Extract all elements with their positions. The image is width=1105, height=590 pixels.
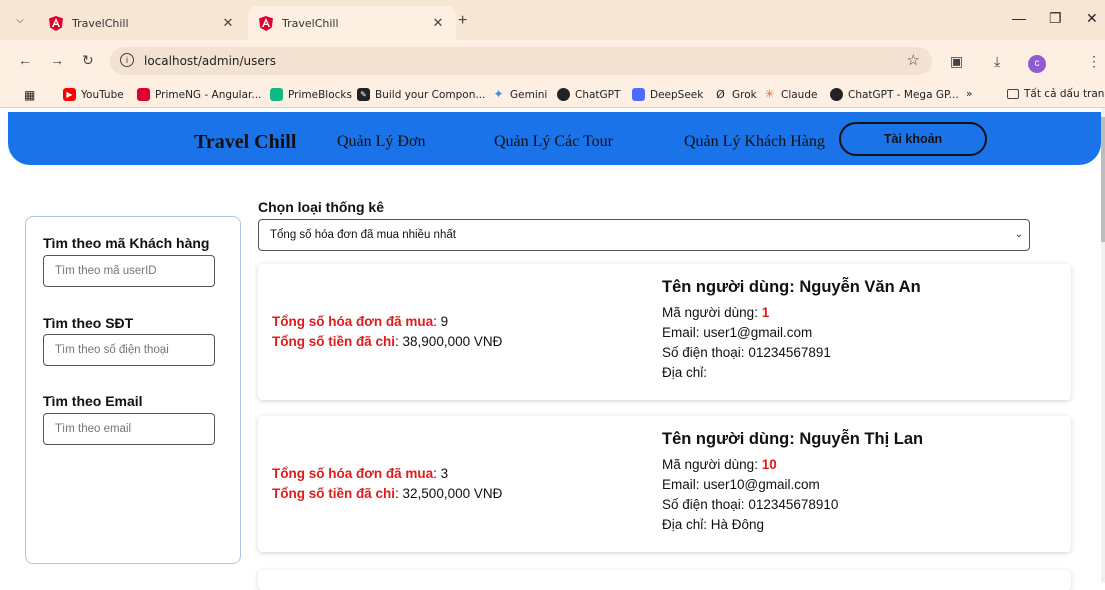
- spent-value: 32,500,000 VNĐ: [402, 486, 503, 501]
- search-email-label: Tìm theo Email: [43, 393, 143, 409]
- search-phone-label: Tìm theo SĐT: [43, 315, 134, 331]
- bookmark-chatgpt[interactable]: ChatGPT: [557, 88, 620, 101]
- nav-customers[interactable]: Quản Lý Khách Hàng: [684, 133, 825, 151]
- browser-tab-2[interactable]: TravelChill ✕: [248, 6, 456, 40]
- search-phone-input[interactable]: Tìm theo số điện thoại: [43, 334, 215, 366]
- claude-icon: ✳: [764, 87, 775, 101]
- nav-orders[interactable]: Quản Lý Đơn: [337, 133, 425, 151]
- customer-stats: Tổng số hóa đơn đã mua: 3 Tổng số tiền đ…: [272, 466, 503, 501]
- customer-info: Tên người dùng: Nguyễn Thị Lan Mã người …: [662, 430, 1062, 535]
- forward-icon[interactable]: →: [50, 52, 64, 68]
- account-button[interactable]: Tài khoản: [839, 122, 987, 156]
- deepseek-icon: [632, 88, 645, 101]
- close-tab-icon[interactable]: ✕: [220, 16, 236, 31]
- customer-email: Email: user10@gmail.com: [662, 477, 820, 492]
- brand-logo[interactable]: Travel Chill: [194, 131, 296, 154]
- bookmark-deepseek[interactable]: DeepSeek: [632, 88, 703, 101]
- youtube-icon: ▶: [63, 88, 76, 101]
- customer-address: Địa chỉ:: [662, 365, 708, 380]
- bookmark-build-components[interactable]: ✎ Build your Compon...: [357, 88, 485, 101]
- customer-address: Địa chỉ: Hà Đông: [662, 517, 765, 532]
- tab-title: TravelChill: [72, 16, 129, 30]
- window-close-icon[interactable]: ✕: [1086, 10, 1098, 27]
- bookmark-claude[interactable]: ✳ Claude: [763, 88, 817, 101]
- url-text[interactable]: localhost/admin/users: [144, 54, 276, 68]
- profile-avatar[interactable]: c: [1028, 55, 1046, 73]
- bookmark-star-icon[interactable]: ☆: [907, 51, 920, 69]
- orders-label: Tổng số hóa đơn đã mua: [272, 466, 434, 481]
- grok-icon: Ø: [716, 88, 725, 101]
- bookmark-youtube[interactable]: ▶ YouTube: [63, 88, 124, 101]
- angular-favicon-icon: [48, 15, 64, 31]
- search-email-input[interactable]: Tìm theo email: [43, 413, 215, 445]
- folder-icon: [1007, 89, 1019, 99]
- customer-phone: Số điện thoại: 01234567891: [662, 345, 831, 360]
- customer-info: Tên người dùng: Nguyễn Văn An Mã người d…: [662, 278, 1062, 383]
- restore-icon[interactable]: ❐: [1049, 10, 1062, 27]
- tab-search-chevron-icon[interactable]: ⌵: [10, 10, 30, 30]
- close-tab-icon[interactable]: ✕: [430, 16, 446, 31]
- apps-grid-icon[interactable]: ▦: [24, 88, 35, 102]
- browser-tab-strip: ⌵ TravelChill ✕ TravelChill ✕ + — ❐ ✕: [0, 0, 1105, 40]
- build-icon: ✎: [357, 88, 370, 101]
- customer-name: Tên người dùng: Nguyễn Thị Lan: [662, 430, 924, 448]
- customer-card: [258, 570, 1071, 590]
- chevron-down-icon: ⌄: [1014, 229, 1023, 240]
- spent-label: Tổng số tiền đã chi: [272, 334, 396, 349]
- new-tab-icon[interactable]: +: [458, 12, 467, 30]
- filter-sidebar: Tìm theo mã Khách hàng Tìm theo mã userI…: [25, 216, 241, 564]
- stat-type-label: Chọn loại thống kê: [258, 199, 384, 215]
- bookmark-grok[interactable]: Ø Grok: [714, 88, 757, 101]
- orders-value: 3: [440, 466, 449, 481]
- bookmark-gemini[interactable]: ✦ Gemini: [492, 88, 547, 101]
- address-bar[interactable]: i localhost/admin/users ☆: [110, 47, 932, 75]
- customer-name: Tên người dùng: Nguyễn Văn An: [662, 278, 921, 296]
- stat-type-select[interactable]: Tổng số hóa đơn đã mua nhiều nhất ⌄: [258, 219, 1030, 251]
- customer-id: Mã người dùng: 1: [662, 305, 770, 320]
- customer-phone: Số điện thoại: 012345678910: [662, 497, 839, 512]
- browser-tab-1[interactable]: TravelChill ✕: [38, 6, 246, 40]
- customer-card: Tổng số hóa đơn đã mua: 3 Tổng số tiền đ…: [258, 416, 1071, 552]
- primeblocks-icon: [270, 88, 283, 101]
- reload-icon[interactable]: ↻: [82, 52, 94, 69]
- bookmarks-bar: ▦ ▶ YouTube PrimeNG - Angular... PrimeBlo…: [0, 82, 1105, 108]
- download-icon[interactable]: ⤓: [994, 53, 1000, 70]
- customer-stats: Tổng số hóa đơn đã mua: 9 Tổng số tiền đ…: [272, 314, 503, 349]
- nav-tours[interactable]: Quản Lý Các Tour: [494, 133, 613, 151]
- page-content: Travel Chill Quản Lý Đơn Quản Lý Các Tou…: [0, 108, 1105, 590]
- back-icon[interactable]: ←: [18, 52, 32, 68]
- scrollbar-thumb[interactable]: [1101, 117, 1105, 242]
- chatgpt-icon: [557, 88, 570, 101]
- bookmarks-overflow[interactable]: »: [966, 88, 972, 100]
- angular-favicon-icon: [258, 15, 274, 31]
- orders-label: Tổng số hóa đơn đã mua: [272, 314, 434, 329]
- search-id-label: Tìm theo mã Khách hàng: [43, 235, 210, 251]
- bookmark-chatgpt-mega[interactable]: ChatGPT - Mega GP...: [830, 88, 959, 101]
- chatgpt-icon: [830, 88, 843, 101]
- customer-id: Mã người dùng: 10: [662, 457, 777, 472]
- search-id-input[interactable]: Tìm theo mã userID: [43, 255, 215, 287]
- orders-value: 9: [440, 314, 449, 329]
- extensions-icon[interactable]: ▣: [950, 53, 963, 70]
- primeng-icon: [137, 88, 150, 101]
- spent-label: Tổng số tiền đã chi: [272, 486, 396, 501]
- stat-type-selected: Tổng số hóa đơn đã mua nhiều nhất: [270, 229, 456, 241]
- site-info-icon[interactable]: i: [120, 53, 134, 67]
- customer-card: Tổng số hóa đơn đã mua: 9 Tổng số tiền đ…: [258, 264, 1071, 400]
- app-header: Travel Chill Quản Lý Đơn Quản Lý Các Tou…: [8, 112, 1101, 165]
- page-scrollbar[interactable]: [1101, 108, 1105, 583]
- browser-menu-icon[interactable]: ⋮: [1087, 53, 1101, 70]
- bookmark-primeblocks[interactable]: PrimeBlocks: [270, 88, 352, 101]
- bookmark-primeng[interactable]: PrimeNG - Angular...: [137, 88, 261, 101]
- all-bookmarks[interactable]: Tất cả dấu trang: [1007, 88, 1105, 100]
- tab-title: TravelChill: [282, 16, 339, 30]
- spent-value: 38,900,000 VNĐ: [402, 334, 503, 349]
- minimize-icon[interactable]: —: [1012, 10, 1026, 26]
- customer-email: Email: user1@gmail.com: [662, 325, 813, 340]
- gemini-icon: ✦: [493, 87, 504, 101]
